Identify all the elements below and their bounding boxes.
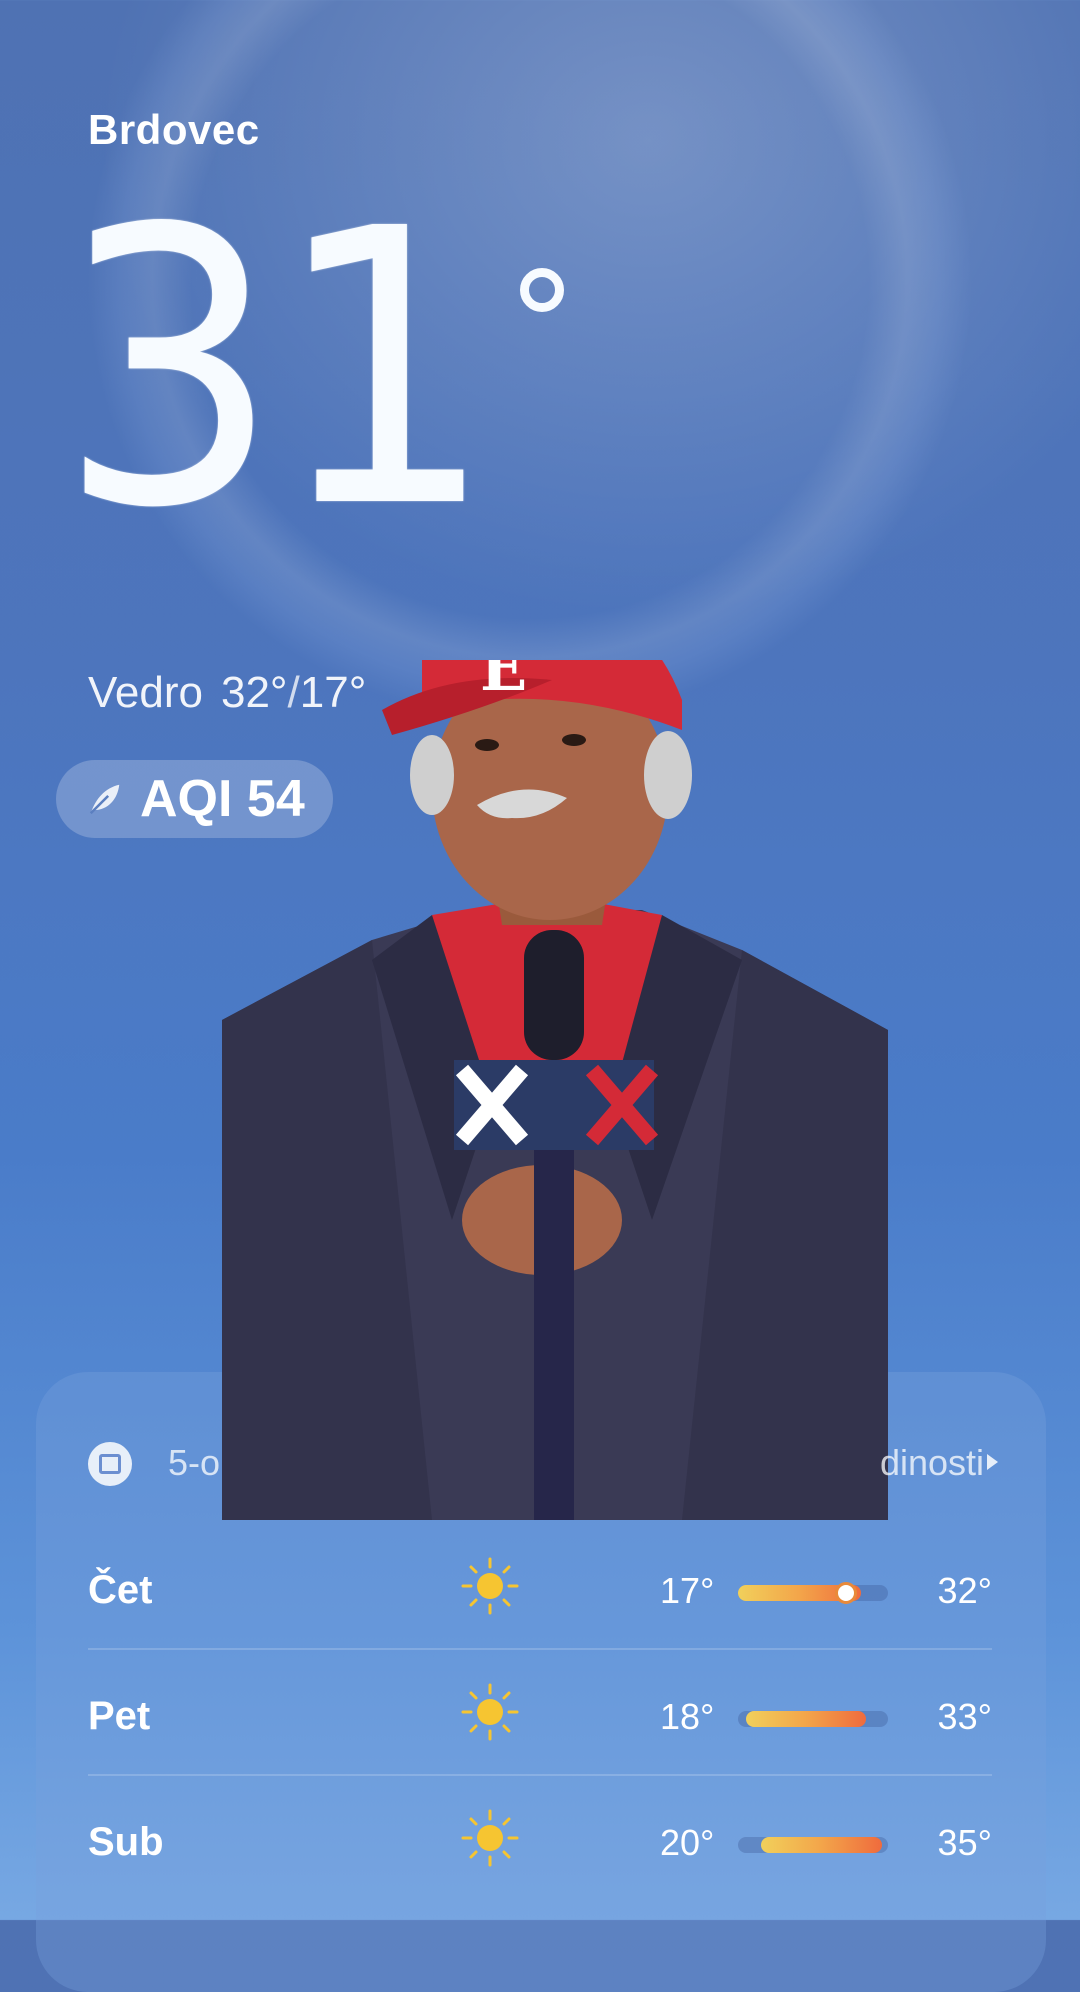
sun-icon [461,1809,519,1867]
forecast-day: Pet [88,1694,151,1738]
forecast-low: 17° [660,1570,715,1611]
temperature-range-bar [738,1582,888,1604]
current-temperature: 31 [58,180,495,560]
presenter-overlay: E [222,660,888,1520]
forecast-row[interactable]: Pet 18° 33° [88,1656,992,1782]
temperature-range-bar [738,1711,888,1727]
calendar-icon [88,1442,132,1486]
condition-text: Vedro [88,668,203,717]
degree-symbol [520,268,564,312]
row-divider [88,1648,992,1650]
sun-icon [461,1683,519,1741]
forecast-high: 33° [937,1696,992,1737]
current-temp-marker [835,1582,857,1604]
temperature-range-fill [760,1837,882,1853]
leaf-icon [89,784,120,815]
forecast-day: Sub [88,1820,164,1864]
forecast-row[interactable]: Čet 17° 32° [88,1530,992,1656]
forecast-row[interactable]: Sub 20° 35° [88,1782,992,1908]
forecast-header[interactable]: 5-o dinosti [88,1442,998,1502]
location-name[interactable]: Brdovec [88,106,260,154]
chevron-right-icon [987,1454,998,1470]
forecast-day: Čet [88,1568,153,1612]
forecast-low: 20° [660,1822,715,1863]
temperature-range-bar [738,1837,888,1853]
svg-text:E: E [480,660,527,705]
temperature-range-fill [745,1711,866,1727]
more-details-link[interactable]: dinosti [880,1442,984,1484]
row-divider [88,1774,992,1776]
forecast-high: 35° [937,1822,992,1863]
forecast-title: 5-o [168,1442,221,1483]
temperature-value: 31 [58,148,495,591]
forecast-low: 18° [660,1696,715,1737]
sun-icon [461,1557,519,1615]
forecast-high: 32° [937,1570,992,1611]
